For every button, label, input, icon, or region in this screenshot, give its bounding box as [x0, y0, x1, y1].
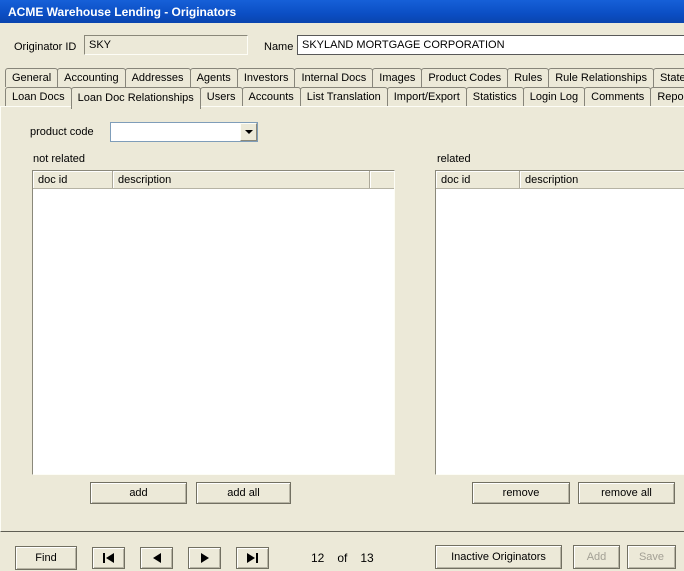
last-record-icon — [247, 553, 258, 563]
name-value: SKYLAND MORTGAGE CORPORATION — [302, 39, 505, 51]
tab-loan-docs[interactable]: Loan Docs — [5, 87, 72, 106]
record-counter: 12 of 13 — [311, 551, 374, 565]
product-code-combobox[interactable] — [110, 122, 258, 142]
name-field[interactable]: SKYLAND MORTGAGE CORPORATION — [297, 35, 684, 55]
tab-comments[interactable]: Comments — [584, 87, 652, 106]
column-header-blank — [370, 171, 394, 188]
not-related-label: not related — [33, 153, 85, 165]
record-position: 12 — [311, 551, 325, 565]
find-button[interactable]: Find — [15, 546, 77, 570]
product-code-value[interactable] — [111, 123, 240, 141]
record-total: 13 — [360, 551, 374, 565]
save-record-button[interactable]: Save — [627, 545, 676, 569]
originator-id-label: Originator ID — [14, 41, 77, 53]
tab-reports[interactable]: Reports — [650, 87, 684, 106]
tab-users[interactable]: Users — [199, 87, 243, 106]
originator-id-field[interactable]: SKY — [84, 35, 248, 55]
related-list[interactable]: doc id description — [435, 170, 684, 475]
last-record-button[interactable] — [236, 547, 269, 569]
record-of-label: of — [337, 551, 348, 565]
first-record-button[interactable] — [92, 547, 125, 569]
window-titlebar[interactable]: ACME Warehouse Lending - Originators — [0, 0, 684, 23]
remove-all-button[interactable]: remove all — [578, 482, 675, 504]
tab-row-2: Loan Docs Loan Doc Relationships Users A… — [5, 87, 684, 109]
column-header-doc-id[interactable]: doc id — [436, 171, 520, 188]
add-record-button[interactable]: Add — [573, 545, 620, 569]
not-related-list[interactable]: doc id description — [32, 170, 395, 475]
tab-rules[interactable]: Rules — [507, 68, 550, 87]
product-code-dropdown-button[interactable] — [240, 123, 257, 141]
column-header-description[interactable]: description — [113, 171, 370, 188]
dropdown-arrow-icon — [244, 130, 253, 134]
add-button[interactable]: add — [90, 482, 187, 504]
next-record-icon — [200, 553, 209, 563]
related-list-body[interactable] — [436, 189, 684, 474]
previous-record-button[interactable] — [140, 547, 173, 569]
window-title: ACME Warehouse Lending - Originators — [8, 4, 237, 19]
tab-accounting[interactable]: Accounting — [57, 68, 126, 87]
not-related-list-header: doc id description — [33, 171, 394, 189]
tab-accounts[interactable]: Accounts — [241, 87, 301, 106]
tab-agents[interactable]: Agents — [189, 68, 238, 87]
tab-images[interactable]: Images — [372, 68, 423, 87]
inactive-originators-button[interactable]: Inactive Originators — [435, 545, 562, 569]
related-label: related — [437, 153, 471, 165]
column-header-doc-id[interactable]: doc id — [33, 171, 113, 188]
tab-statistics[interactable]: Statistics — [465, 87, 524, 106]
remove-button[interactable]: remove — [472, 482, 570, 504]
first-record-icon — [103, 553, 114, 563]
tab-state-licenses[interactable]: State Lice — [652, 68, 684, 87]
tab-list-translation[interactable]: List Translation — [299, 87, 388, 106]
tab-login-log[interactable]: Login Log — [522, 87, 586, 106]
name-label: Name — [264, 41, 294, 53]
add-all-button[interactable]: add all — [196, 482, 291, 504]
tab-loan-doc-relationships[interactable]: Loan Doc Relationships — [70, 87, 201, 109]
tab-investors[interactable]: Investors — [236, 68, 296, 87]
product-code-label: product code — [30, 126, 94, 138]
tab-row-1: General Accounting Addresses Agents Inve… — [5, 68, 684, 87]
column-header-description[interactable]: description — [520, 171, 684, 188]
tab-rule-relationships[interactable]: Rule Relationships — [548, 68, 654, 87]
tab-import-export[interactable]: Import/Export — [386, 87, 467, 106]
next-record-button[interactable] — [188, 547, 221, 569]
tab-addresses[interactable]: Addresses — [124, 68, 191, 87]
tab-product-codes[interactable]: Product Codes — [421, 68, 509, 87]
related-list-header: doc id description — [436, 171, 684, 189]
previous-record-icon — [152, 553, 161, 563]
not-related-list-body[interactable] — [33, 189, 394, 474]
tab-general[interactable]: General — [5, 68, 59, 87]
tab-internal-docs[interactable]: Internal Docs — [294, 68, 374, 87]
originator-id-value: SKY — [89, 39, 112, 51]
